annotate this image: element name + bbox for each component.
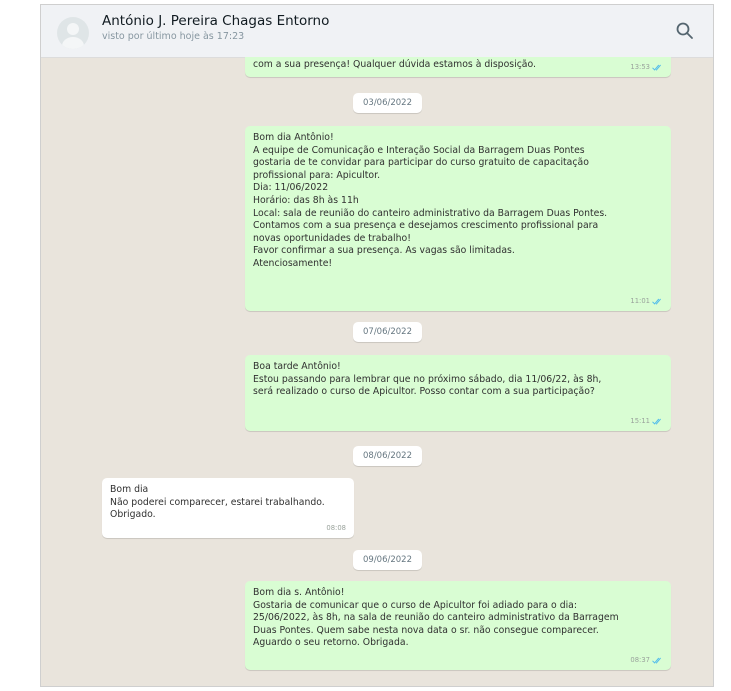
double-check-icon (652, 298, 661, 305)
message-meta: 13:53 (630, 61, 663, 74)
message-incoming[interactable]: Bom dia Não poderei comparecer, estarei … (102, 478, 354, 538)
avatar-body-shape (62, 37, 84, 49)
contact-name[interactable]: António J. Pereira Chagas Entorno (102, 13, 329, 29)
whatsapp-chat-window: António J. Pereira Chagas Entorno visto … (40, 4, 714, 687)
double-check-icon (652, 64, 661, 71)
chat-header: António J. Pereira Chagas Entorno visto … (41, 5, 713, 58)
message-outgoing[interactable]: com a sua presença! Qualquer dúvida esta… (245, 57, 671, 77)
date-separator: 08/06/2022 (353, 446, 422, 466)
date-separator: 07/06/2022 (353, 322, 422, 342)
message-meta: 15:11 (630, 415, 663, 428)
message-text: Bom dia s. Antônio! Gostaria de comunica… (253, 587, 619, 649)
message-time: 08:08 (326, 524, 346, 533)
message-time: 15:11 (630, 417, 650, 426)
message-text: Boa tarde Antônio! Estou passando para l… (253, 361, 602, 398)
date-separator: 03/06/2022 (353, 93, 422, 113)
message-time: 11:01 (630, 297, 650, 306)
message-text: com a sua presença! Qualquer dúvida esta… (253, 59, 536, 70)
message-time: 08:37 (630, 656, 650, 665)
message-outgoing[interactable]: Bom dia s. Antônio! Gostaria de comunica… (245, 581, 671, 670)
message-outgoing[interactable]: Boa tarde Antônio! Estou passando para l… (245, 355, 671, 431)
message-meta: 08:37 (630, 654, 663, 667)
last-seen-status: visto por último hoje às 17:23 (102, 31, 245, 42)
double-check-icon (652, 657, 661, 664)
message-outgoing[interactable]: Bom dia Antônio! A equipe de Comunicação… (245, 126, 671, 311)
double-check-icon (652, 418, 661, 425)
date-separator: 09/06/2022 (353, 550, 422, 570)
message-time: 13:53 (630, 63, 650, 72)
search-icon[interactable] (675, 21, 695, 41)
avatar[interactable] (57, 17, 89, 49)
message-meta: 11:01 (630, 295, 663, 308)
message-text: Bom dia Antônio! A equipe de Comunicação… (253, 132, 608, 269)
message-list[interactable]: com a sua presença! Qualquer dúvida esta… (41, 57, 713, 686)
message-meta: 08:08 (326, 522, 346, 535)
avatar-head-shape (67, 23, 79, 35)
message-text: Bom dia Não poderei comparecer, estarei … (110, 484, 325, 521)
